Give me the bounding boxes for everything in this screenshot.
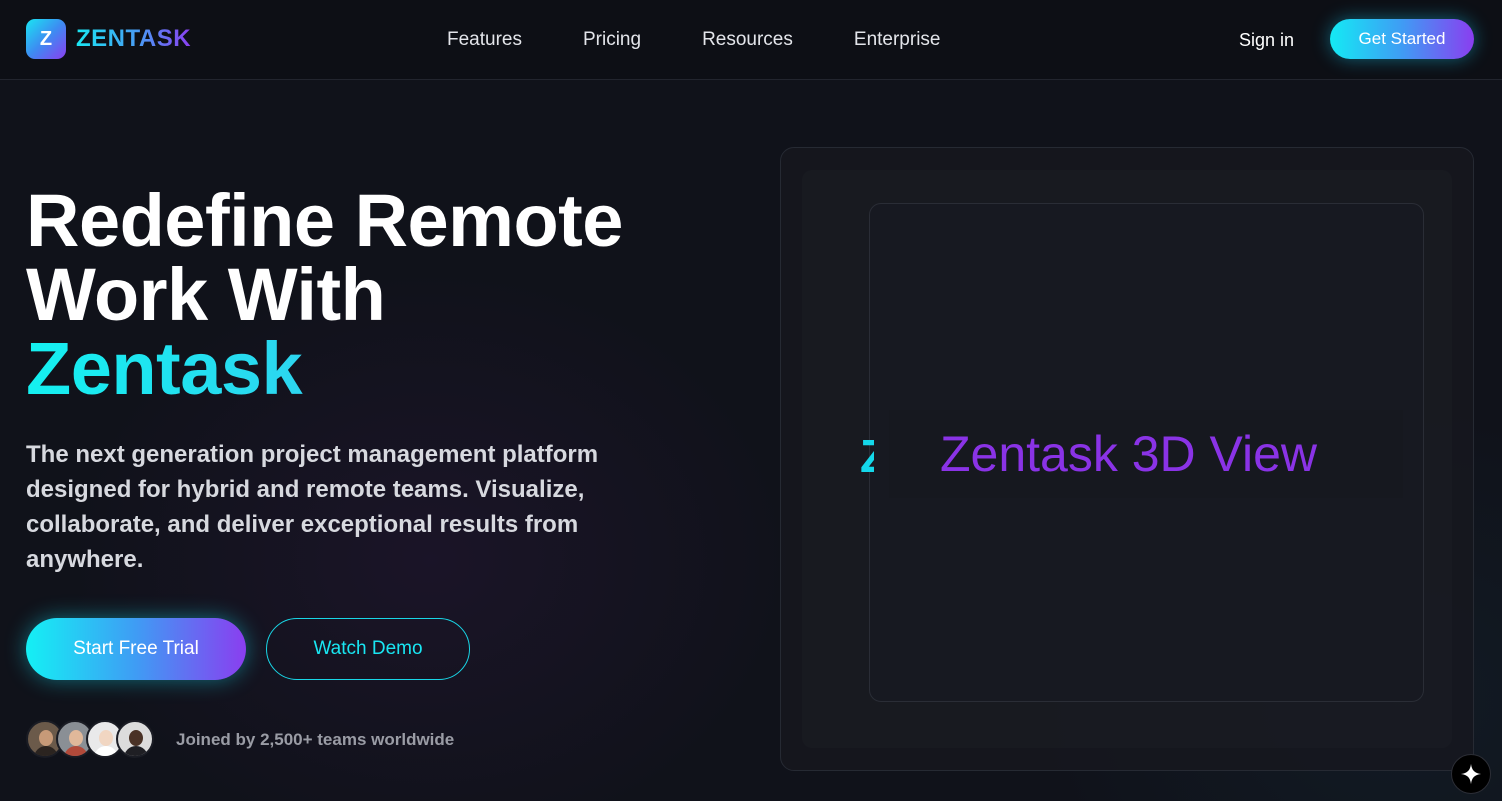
start-free-trial-button[interactable]: Start Free Trial <box>26 618 246 680</box>
avatar-face <box>129 730 143 746</box>
top-navbar: Z ZENTASK Features Pricing Resources Ent… <box>0 0 1502 80</box>
hero-subtitle: The next generation project management p… <box>26 441 599 573</box>
nav-link-resources[interactable]: Resources <box>702 27 793 53</box>
landing-page: Z ZENTASK Features Pricing Resources Ent… <box>0 0 1502 801</box>
nav-link-enterprise[interactable]: Enterprise <box>854 27 941 53</box>
avatar-body <box>124 746 148 756</box>
hero-title-line-1: Redefine Remote <box>26 179 623 262</box>
avatar-face <box>69 730 83 746</box>
hero-title-line-2: Work With <box>26 253 386 336</box>
watch-demo-button[interactable]: Watch Demo <box>266 618 470 680</box>
avatar-4 <box>116 720 154 758</box>
avatar-body <box>94 746 118 756</box>
main-nav: Features Pricing Resources Enterprise <box>447 27 1002 53</box>
nav-link-features[interactable]: Features <box>447 27 522 53</box>
sparkle-button[interactable] <box>1451 754 1491 794</box>
logo-icon[interactable]: Z <box>26 19 66 59</box>
social-proof-text: Joined by 2,500+ teams worldwide <box>176 730 455 749</box>
avatar-face <box>39 730 53 746</box>
brand-name[interactable]: ZENTASK <box>76 24 191 54</box>
preview-ghost-letter: Z <box>860 434 874 478</box>
avatar-body <box>34 746 58 756</box>
sparkle-icon <box>1460 763 1482 785</box>
sign-in-link[interactable]: Sign in <box>1239 27 1294 53</box>
preview-label: Zentask 3D View <box>940 426 1318 482</box>
hero-title-accent: Zentask <box>26 332 706 406</box>
avatar-body <box>64 746 88 756</box>
avatar-face <box>99 730 113 746</box>
hero-title: Redefine Remote Work With Zentask <box>26 184 706 406</box>
get-started-button[interactable]: Get Started <box>1330 19 1474 59</box>
nav-link-pricing[interactable]: Pricing <box>583 27 641 53</box>
avatar-group <box>26 720 158 760</box>
